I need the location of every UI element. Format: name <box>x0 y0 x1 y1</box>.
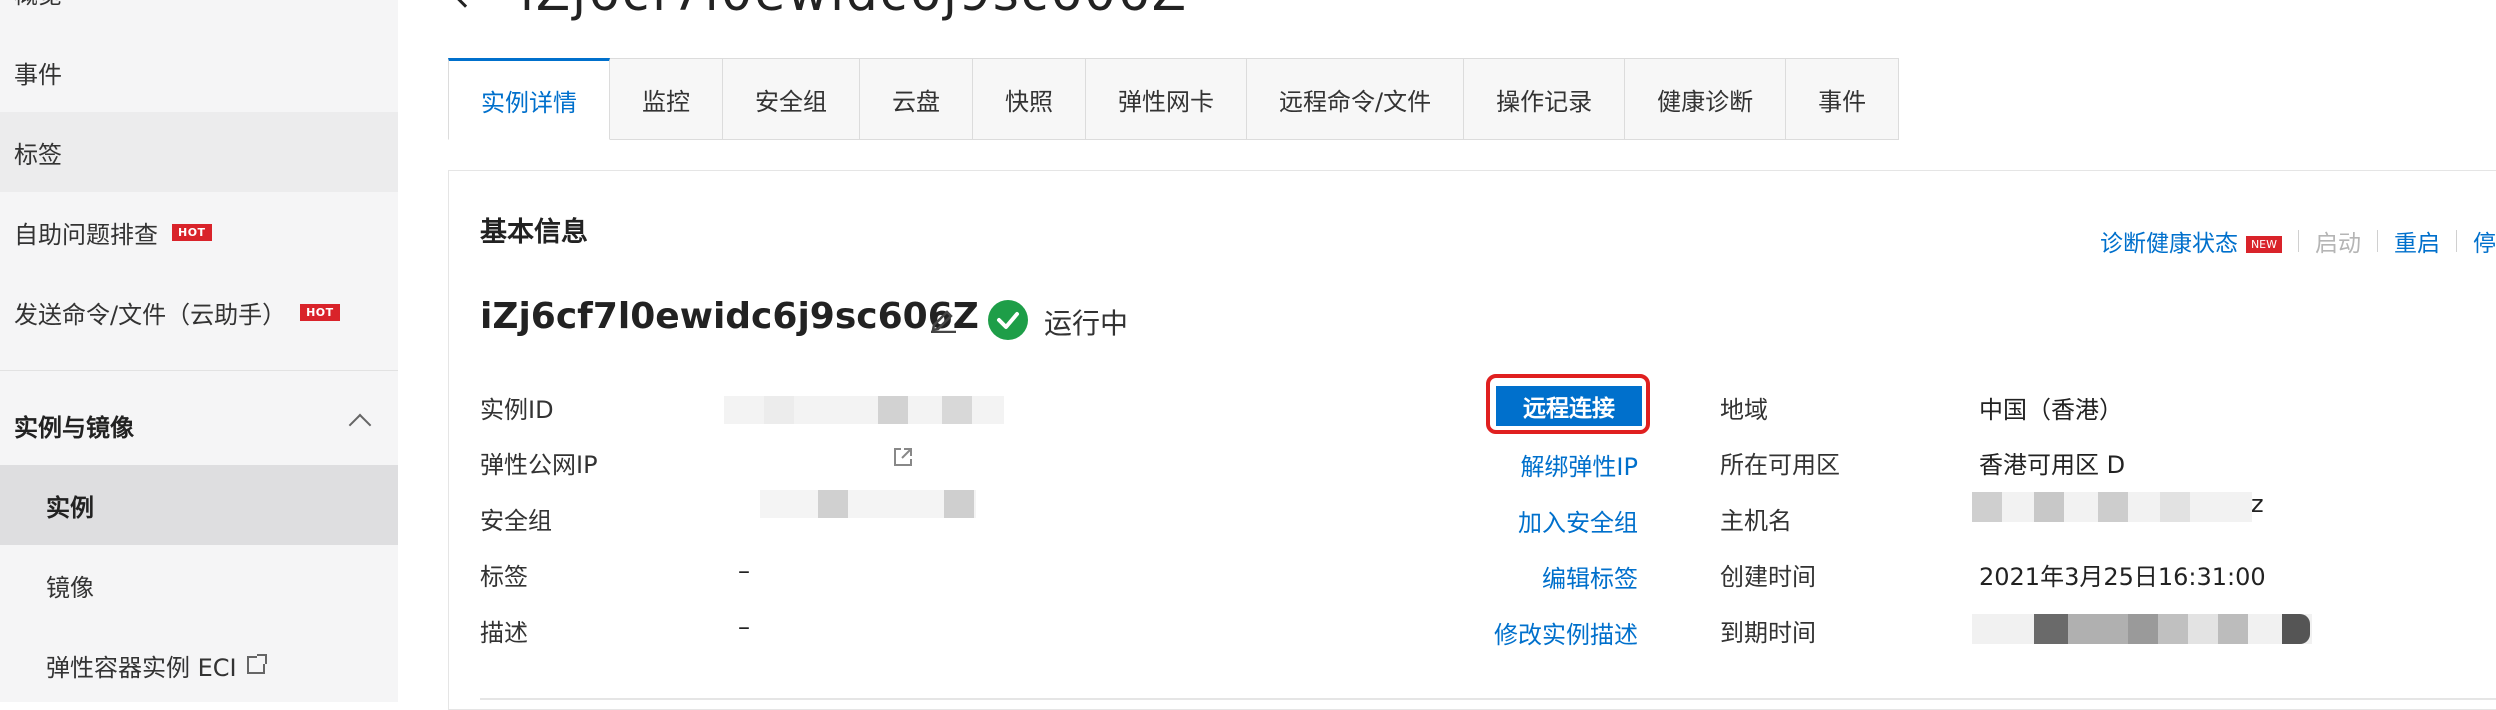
sidebar-item-instances[interactable]: 实例 <box>0 465 398 545</box>
tab-instance-details[interactable]: 实例详情 <box>448 58 610 140</box>
diagnose-health-label: 诊断健康状态 <box>2099 231 2238 257</box>
tab-remote-command[interactable]: 远程命令/文件 <box>1247 58 1465 140</box>
field-label-description: 描述 <box>480 619 528 647</box>
region-value: 中国（香港） <box>1979 396 2123 424</box>
panel-bottom-divider <box>480 698 2496 700</box>
sidebar-item-events[interactable]: 事件 <box>0 32 398 112</box>
edit-tags-link[interactable]: 编辑标签 <box>1542 559 1638 594</box>
field-label-zone: 所在可用区 <box>1720 451 1840 479</box>
sidebar-divider <box>0 370 398 371</box>
sidebar-item-label: 事件 <box>14 60 62 89</box>
security-group-value <box>760 490 976 518</box>
hot-badge: HOT <box>172 223 212 241</box>
start-button[interactable]: 启动 <box>2315 224 2361 258</box>
external-link-icon <box>246 654 267 674</box>
sidebar-item-send-command[interactable]: 发送命令/文件（云助手） HOT <box>0 272 398 352</box>
external-link-icon[interactable] <box>892 446 914 468</box>
back-arrow-icon[interactable] <box>452 0 478 8</box>
sidebar-item-tags[interactable]: 标签 <box>0 112 398 192</box>
sidebar-item-self-diagnosis[interactable]: 自助问题排查 HOT <box>0 192 398 272</box>
running-status-icon <box>988 300 1028 340</box>
divider <box>2377 230 2378 252</box>
tab-events[interactable]: 事件 <box>1786 58 1900 140</box>
zone-value: 香港可用区 D <box>1979 451 2126 479</box>
tab-disks[interactable]: 云盘 <box>860 58 973 140</box>
sidebar-item-label: 标签 <box>14 140 62 169</box>
section-title: 基本信息 <box>480 217 588 248</box>
instance-actions: 诊断健康状态 NEW 启动 重启 停 <box>2100 224 2496 258</box>
sidebar-item-label: 镜像 <box>46 573 94 602</box>
sidebar-item-eci[interactable]: 弹性容器实例 ECI <box>0 625 398 705</box>
edit-description-link[interactable]: 修改实例描述 <box>1494 615 1638 650</box>
tab-snapshots[interactable]: 快照 <box>973 58 1086 140</box>
sidebar-item-label: 实例 <box>46 493 94 522</box>
new-badge: NEW <box>2245 236 2282 253</box>
field-label-instance-id: 实例ID <box>480 396 554 424</box>
tab-monitoring[interactable]: 监控 <box>610 58 723 140</box>
edit-icon[interactable] <box>928 303 958 333</box>
tab-health-diagnosis[interactable]: 健康诊断 <box>1625 58 1787 140</box>
restart-button[interactable]: 重启 <box>2394 224 2440 258</box>
diagnose-health-link[interactable]: 诊断健康状态 NEW <box>2100 224 2282 258</box>
field-label-security-group: 安全组 <box>480 507 552 535</box>
field-label-region: 地域 <box>1720 396 1768 424</box>
chevron-up-icon <box>348 413 372 437</box>
sidebar-item-overview[interactable]: 概览 <box>0 0 398 32</box>
tab-eni[interactable]: 弹性网卡 <box>1086 58 1247 140</box>
field-label-tags: 标签 <box>480 563 528 591</box>
status-text: 运行中 <box>1044 307 1129 340</box>
hostname-value: z <box>1972 490 2264 522</box>
field-label-created: 创建时间 <box>1720 563 1816 591</box>
page-title: iZj6cf7l0ewidc6j9sc606Z <box>520 0 1188 22</box>
created-value: 2021年3月25日16:31:00 <box>1979 563 2266 591</box>
divider <box>2456 230 2457 252</box>
tags-value: – <box>738 557 750 585</box>
sidebar-group-label: 实例与镜像 <box>14 413 134 442</box>
field-label-hostname: 主机名 <box>1720 507 1792 535</box>
hot-badge: HOT <box>300 303 340 321</box>
tab-operation-log[interactable]: 操作记录 <box>1464 58 1626 140</box>
description-value: – <box>738 613 750 641</box>
divider <box>2298 230 2299 252</box>
sidebar-group-instances-images[interactable]: 实例与镜像 <box>0 385 398 465</box>
tab-security-group[interactable]: 安全组 <box>723 58 860 140</box>
remote-connect-button[interactable]: 远程连接 <box>1496 386 1642 426</box>
sidebar-item-label: 发送命令/文件（云助手） <box>14 300 287 329</box>
tab-bar: 实例详情 监控 安全组 云盘 快照 弹性网卡 远程命令/文件 操作记录 健康诊断… <box>448 58 1900 140</box>
stop-button[interactable]: 停 <box>2473 224 2496 258</box>
sidebar-item-label: 弹性容器实例 ECI <box>46 653 237 682</box>
instance-id-value <box>724 396 1004 424</box>
join-security-group-link[interactable]: 加入安全组 <box>1518 503 1638 538</box>
unbind-eip-link[interactable]: 解绑弹性IP <box>1520 447 1638 482</box>
sidebar-item-label: 概览 <box>14 0 62 10</box>
hostname-suffix: z <box>2251 490 2264 518</box>
instance-name: iZj6cf7l0ewidc6j9sc606Z <box>480 296 979 337</box>
expires-value <box>1972 614 2312 644</box>
sidebar-item-label: 自助问题排查 <box>14 220 158 249</box>
field-label-expires: 到期时间 <box>1720 619 1816 647</box>
field-label-eip: 弹性公网IP <box>480 451 598 479</box>
sidebar: 概览 事件 标签 自助问题排查 HOT 发送命令/文件（云助手） HOT 实例与… <box>0 0 398 702</box>
sidebar-item-images[interactable]: 镜像 <box>0 545 398 625</box>
